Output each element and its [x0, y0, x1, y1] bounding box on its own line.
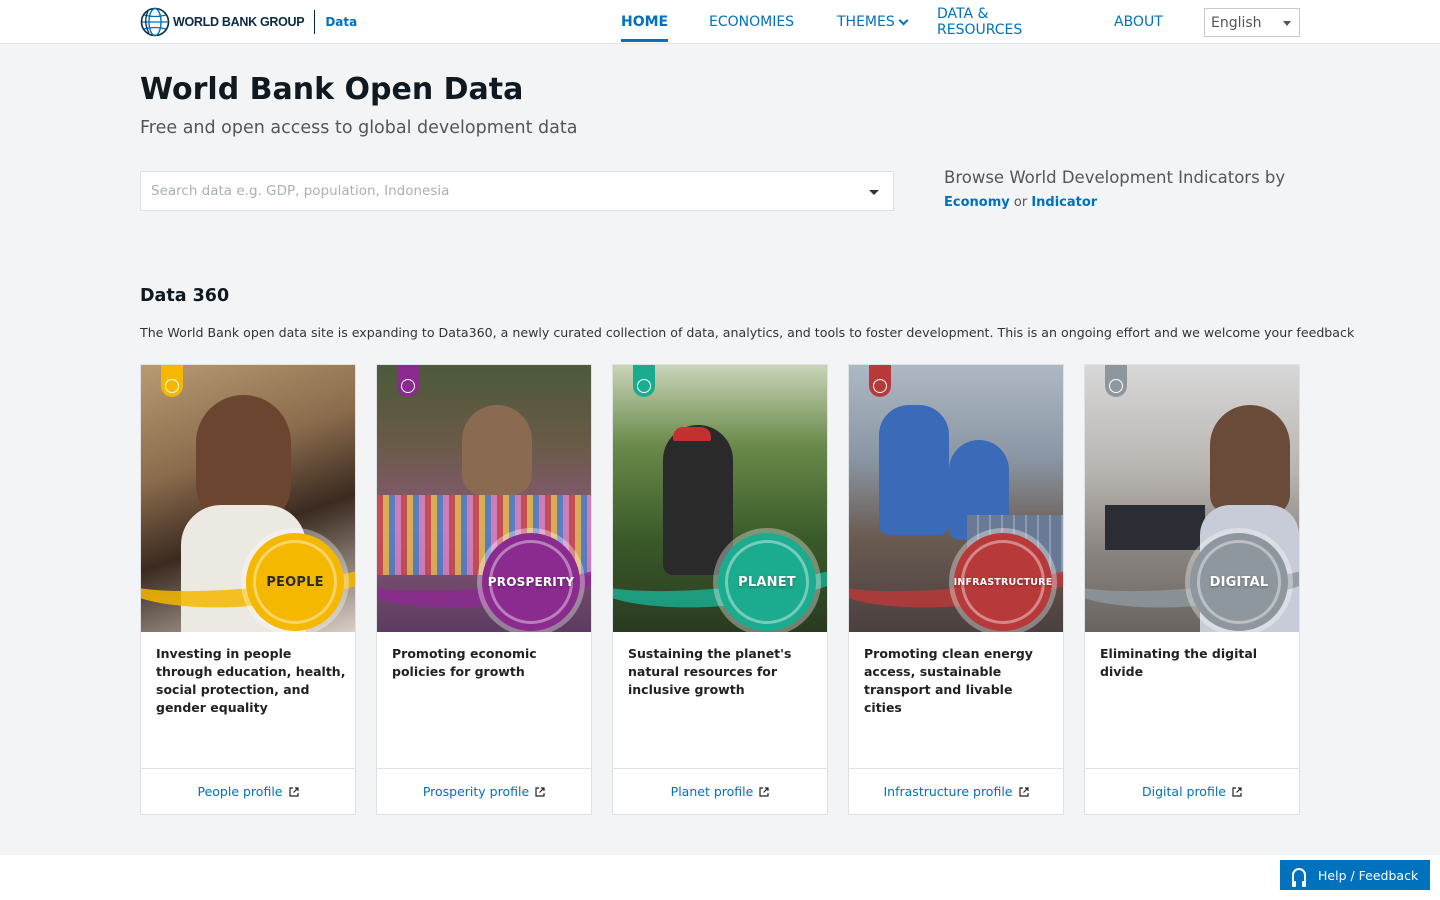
card-people-text: Investing in people through education, h…: [156, 646, 346, 715]
card-infrastructure-text: Promoting clean energy access, sustainab…: [864, 646, 1033, 715]
card-prosperity: PROSPERITY Promoting economic policies f…: [376, 364, 592, 815]
card-planet-image[interactable]: PLANET: [613, 365, 827, 632]
card-people-image[interactable]: PEOPLE: [141, 365, 355, 632]
planet-ring: PLANET: [718, 533, 816, 631]
data360-description: The World Bank open data site is expandi…: [140, 325, 1355, 340]
top-navbar: WORLD BANK GROUP Data HOME ECONOMIES THE…: [0, 0, 1440, 44]
infrastructure-ring: INFRASTRUCTURE: [954, 533, 1052, 631]
card-infrastructure-label: INFRASTRUCTURE: [953, 576, 1053, 588]
page-subtitle: Free and open access to global developme…: [140, 118, 578, 138]
nav-about[interactable]: ABOUT: [1114, 0, 1163, 44]
badge-globe-icon: [869, 365, 891, 397]
card-people: PEOPLE Investing in people through educa…: [140, 364, 356, 815]
badge-globe-icon: [397, 365, 419, 397]
prosperity-profile-link[interactable]: Prosperity profile: [423, 784, 545, 799]
card-infrastructure-footer: Infrastructure profile: [849, 768, 1063, 814]
data360-title: Data 360: [140, 286, 230, 306]
card-planet-footer: Planet profile: [613, 768, 827, 814]
card-digital-label: DIGITAL: [1209, 574, 1269, 590]
language-value: English: [1211, 14, 1262, 31]
card-prosperity-footer: Prosperity profile: [377, 768, 591, 814]
vendor-figure: [462, 405, 532, 495]
nav-data-resources[interactable]: DATA & RESOURCES: [937, 0, 1022, 44]
external-link-icon: [535, 787, 545, 797]
external-link-icon: [1232, 787, 1242, 797]
red-cap: [673, 427, 711, 441]
people-profile-link[interactable]: People profile: [198, 784, 299, 799]
search-input[interactable]: [151, 183, 841, 199]
card-digital-text: Eliminating the digital divide: [1100, 646, 1258, 679]
card-prosperity-image[interactable]: PROSPERITY: [377, 365, 591, 632]
card-digital-footer: Digital profile: [1085, 768, 1299, 814]
card-planet-text: Sustaining the planet's natural resource…: [628, 646, 792, 697]
help-feedback-label: Help / Feedback: [1318, 867, 1419, 883]
card-infrastructure-image[interactable]: INFRASTRUCTURE: [849, 365, 1063, 632]
card-planet-label: PLANET: [738, 574, 796, 590]
badge-globe-icon: [1105, 365, 1127, 397]
globe-icon: [140, 7, 170, 37]
card-digital-image[interactable]: DIGITAL: [1085, 365, 1299, 632]
digital-profile-link[interactable]: Digital profile: [1142, 784, 1242, 799]
brand-name: WORLD BANK GROUP: [173, 15, 305, 29]
nav-themes[interactable]: THEMES: [837, 0, 909, 44]
external-link-icon: [288, 787, 299, 797]
card-prosperity-label: PROSPERITY: [487, 575, 575, 589]
people-ring: PEOPLE: [246, 533, 344, 631]
caret-down-icon: [1283, 21, 1291, 26]
digital-ring: DIGITAL: [1190, 533, 1288, 631]
chevron-down-icon: [898, 15, 909, 25]
browse-or-text: or: [1013, 195, 1028, 210]
card-people-label: PEOPLE: [266, 574, 324, 590]
prosperity-ring: PROSPERITY: [482, 533, 580, 631]
dropdown-caret-icon[interactable]: [869, 190, 879, 195]
planet-profile-link[interactable]: Planet profile: [671, 784, 770, 799]
badge-globe-icon: [161, 365, 183, 397]
infrastructure-profile-link[interactable]: Infrastructure profile: [884, 784, 1029, 799]
nav-themes-label: THEMES: [837, 14, 895, 30]
browse-links: Economy or Indicator: [944, 195, 1285, 210]
browse-title: Browse World Development Indicators by: [944, 168, 1286, 187]
student-figure: [1210, 405, 1290, 515]
planet-profile-label: Planet profile: [670, 784, 754, 799]
browse-wdi: Browse World Development Indicators by E…: [944, 168, 1285, 210]
card-prosperity-text: Promoting economic policies for growth: [392, 646, 537, 679]
brand-section-data[interactable]: Data: [325, 15, 357, 29]
external-link-icon: [759, 787, 769, 797]
browse-indicator-link[interactable]: Indicator: [1031, 195, 1097, 210]
lower-section: [0, 855, 1440, 900]
badge-globe-icon: [633, 365, 655, 397]
language-select[interactable]: English: [1204, 8, 1300, 37]
card-people-footer: People profile: [141, 768, 355, 814]
help-feedback-button[interactable]: Help / Feedback: [1280, 860, 1430, 890]
browse-economy-link[interactable]: Economy: [944, 195, 1010, 210]
card-planet: PLANET Sustaining the planet's natural r…: [612, 364, 828, 815]
digital-profile-label: Digital profile: [1142, 784, 1226, 799]
card-infrastructure: INFRASTRUCTURE Promoting clean energy ac…: [848, 364, 1064, 815]
nav-economies[interactable]: ECONOMIES: [709, 0, 794, 44]
card-digital: DIGITAL Eliminating the digital divide D…: [1084, 364, 1300, 815]
infrastructure-profile-label: Infrastructure profile: [883, 784, 1013, 799]
page-title: World Bank Open Data: [140, 72, 524, 107]
search-box: [140, 171, 894, 211]
people-profile-label: People profile: [197, 784, 283, 799]
nav-home[interactable]: HOME: [621, 0, 669, 44]
prosperity-profile-label: Prosperity profile: [422, 784, 530, 799]
brand-logo[interactable]: WORLD BANK GROUP Data: [140, 6, 357, 38]
brand-divider: [314, 10, 316, 34]
external-link-icon: [1018, 787, 1029, 797]
data360-cards: PEOPLE Investing in people through educa…: [140, 364, 1300, 815]
worker-figure: [879, 405, 949, 535]
headset-icon: [1292, 868, 1306, 887]
